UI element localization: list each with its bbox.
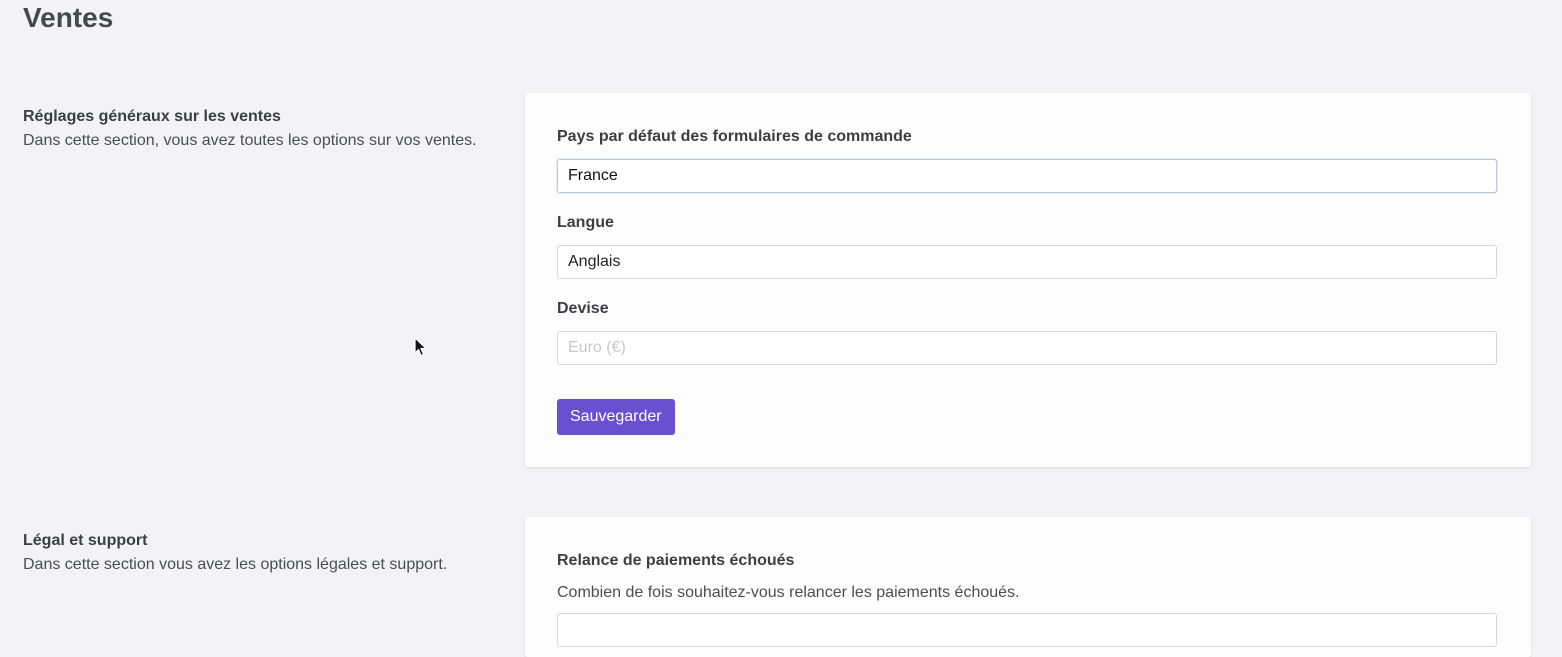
dunning-input[interactable] [557,613,1497,647]
sales-settings-card: Pays par défaut des formulaires de comma… [525,93,1531,467]
sales-settings-intro: Réglages généraux sur les ventes Dans ce… [23,105,503,153]
mouse-cursor-icon [414,337,427,357]
currency-label: Devise [557,300,609,317]
sales-settings-heading: Réglages généraux sur les ventes [23,108,281,125]
language-label: Langue [557,214,614,231]
country-label: Pays par défaut des formulaires de comma… [557,128,912,145]
dunning-help-text: Combien de fois souhaitez-vous relancer … [557,584,1020,601]
legal-support-intro: Légal et support Dans cette section vous… [23,529,503,577]
language-select[interactable] [557,245,1497,279]
save-button[interactable]: Sauvegarder [557,399,675,435]
legal-support-description: Dans cette section vous avez les options… [23,556,448,573]
legal-support-heading: Légal et support [23,532,148,549]
dunning-label: Relance de paiements échoués [557,552,795,569]
country-input[interactable] [557,159,1497,193]
legal-support-card: Relance de paiements échoués Combien de … [525,517,1531,657]
page-title: Ventes [23,2,114,33]
currency-input[interactable] [557,331,1497,365]
sales-settings-description: Dans cette section, vous avez toutes les… [23,132,477,149]
